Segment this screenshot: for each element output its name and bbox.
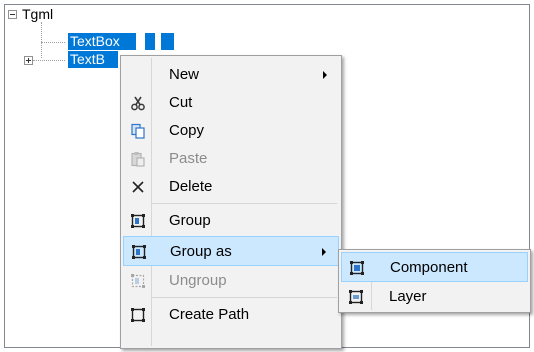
paste-icon [129,150,147,168]
copy-icon [129,122,147,140]
tree-connector [41,42,65,43]
create-path-icon [129,306,147,324]
submenu-item-component[interactable]: Component [341,252,528,282]
collapse-icon[interactable] [8,10,17,19]
tree-connector [33,60,65,61]
group-as-submenu: Component Layer [338,249,531,313]
scissors-icon [129,94,147,112]
layer-icon [347,288,365,306]
menu-item-group-as[interactable]: Group as [123,236,339,266]
menu-item-copy[interactable]: Copy [123,116,339,146]
context-menu: New Cut Copy Paste Delete Group Group as… [120,55,342,349]
menu-item-group[interactable]: Group [123,206,339,236]
submenu-item-layer[interactable]: Layer [341,282,528,312]
menu-separator [151,203,337,204]
component-icon [348,259,366,277]
menu-item-new[interactable]: New [123,60,339,90]
menu-item-create-path[interactable]: Create Path [123,300,339,330]
group-icon [129,212,147,230]
tree-node-textbox-1[interactable]: TextBox [68,33,136,50]
menu-item-delete[interactable]: Delete [123,172,339,202]
menu-item-ungroup[interactable]: Ungroup [123,266,339,296]
menu-item-paste[interactable]: Paste [123,144,339,174]
group-as-icon [130,243,148,261]
tree-connector [41,22,42,58]
ungroup-icon [129,272,147,290]
menu-separator [151,297,337,298]
expand-icon[interactable] [24,56,33,65]
submenu-arrow-icon [322,248,326,256]
menu-item-cut[interactable]: Cut [123,88,339,118]
tree-node-selection-extra [161,33,174,50]
delete-x-icon [129,178,147,196]
tree-node-selection-extra [145,33,155,50]
tree-node-root[interactable]: Tgml [22,6,53,22]
tree-node-textbox-2[interactable]: TextB [68,51,118,68]
submenu-arrow-icon [323,71,327,79]
